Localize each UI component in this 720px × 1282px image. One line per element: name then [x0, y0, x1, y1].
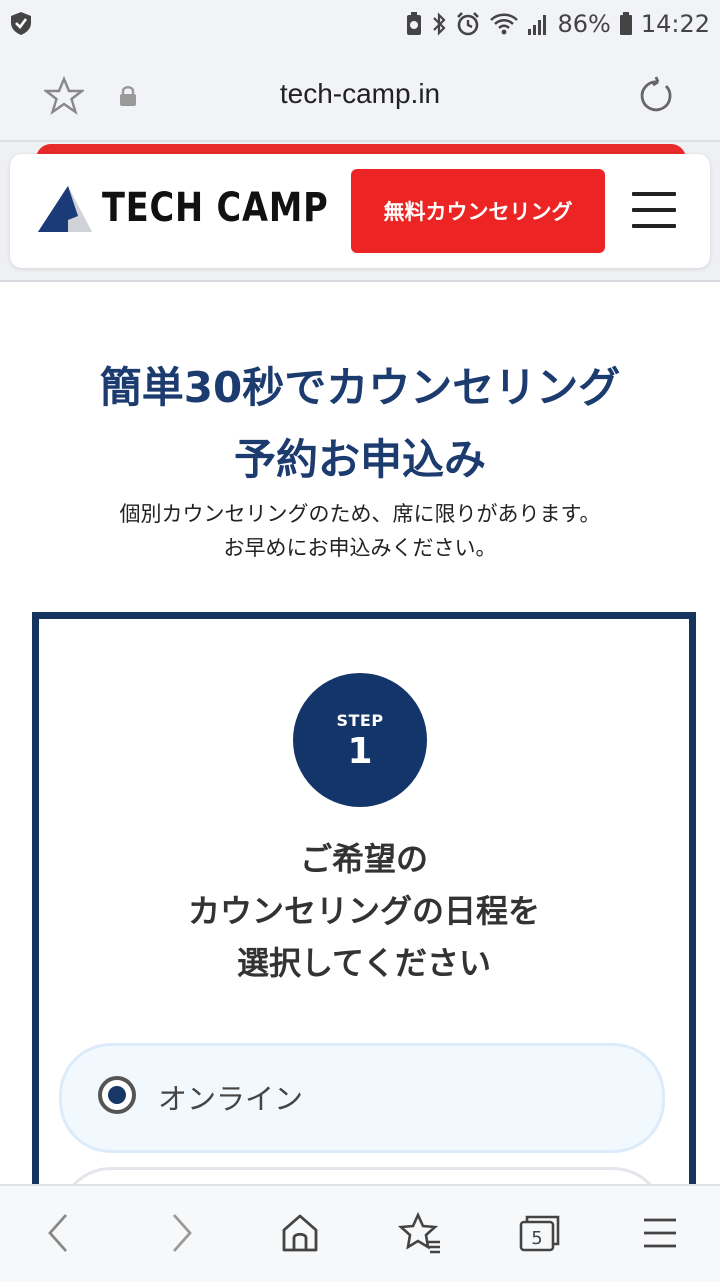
subtitle-line2: お早めにお申込みください。: [223, 536, 497, 560]
web-page: TECH CAMP 無料カウンセリング 簡単30秒でカウンセリング 予約お申込み…: [0, 142, 720, 1184]
subtitle-line1: 個別カウンセリングのため、席に限りがあります。: [119, 502, 601, 526]
page-title-line1: 簡単30秒でカウンセリング: [99, 363, 621, 412]
step-number: 1: [347, 731, 373, 772]
tabs-icon[interactable]: 5: [518, 1212, 562, 1258]
option-next[interactable]: [59, 1167, 665, 1184]
battery-icon: [619, 11, 633, 37]
address-bar: tech-camp.in: [0, 48, 720, 140]
page-title-line2: 予約お申込み: [233, 435, 486, 484]
site-header: TECH CAMP 無料カウンセリング: [10, 154, 710, 268]
option-label: オンライン: [158, 1082, 304, 1116]
header-divider: [0, 280, 720, 282]
url-field[interactable]: tech-camp.in: [0, 78, 720, 110]
battery-percent: 86%: [557, 10, 611, 38]
form-heading-line2: カウンセリングの日程を: [187, 892, 540, 930]
browser-bottom-bar: 5: [0, 1184, 720, 1282]
radio-selected[interactable]: [98, 1076, 136, 1114]
bookmarks-icon[interactable]: [397, 1211, 442, 1258]
option-online[interactable]: オンライン: [59, 1043, 665, 1153]
form-heading-line1: ご希望の: [299, 840, 428, 878]
forward-icon[interactable]: [166, 1212, 196, 1258]
menu-icon[interactable]: [632, 192, 676, 232]
signal-icon: [527, 11, 549, 37]
alarm-icon: [455, 11, 481, 37]
bluetooth-icon: [431, 11, 447, 37]
step-label: STEP: [336, 711, 384, 730]
techcamp-logo[interactable]: TECH CAMP: [38, 184, 372, 232]
wifi-icon: [489, 11, 519, 37]
reservation-form: STEP 1 ご希望の カウンセリングの日程を 選択してください オンライン: [32, 612, 696, 1184]
step-badge: STEP 1: [293, 673, 427, 807]
home-icon[interactable]: [280, 1212, 320, 1258]
free-counseling-button[interactable]: 無料カウンセリング: [351, 169, 605, 253]
logo-text: TECH CAMP: [102, 185, 329, 231]
clock-time: 14:22: [640, 10, 710, 38]
shield-check-icon: [8, 10, 34, 36]
triangle-logo-icon: [38, 186, 92, 232]
back-icon[interactable]: [44, 1212, 74, 1258]
reload-icon[interactable]: [636, 76, 676, 120]
status-bar: 86% 14:22: [0, 0, 720, 48]
menu-icon-browser[interactable]: [642, 1212, 678, 1258]
form-heading-line3: 選択してください: [236, 944, 492, 982]
battery-saver-icon: [405, 11, 423, 37]
tab-count: 5: [531, 1228, 542, 1249]
